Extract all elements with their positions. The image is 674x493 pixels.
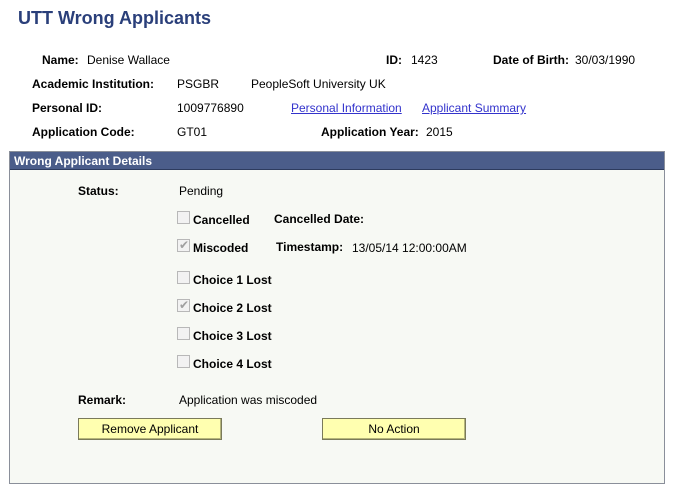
checkmark-icon: ✔ [179, 298, 190, 312]
remark-value: Application was miscoded [179, 393, 318, 407]
choice-3-lost-checkbox[interactable] [177, 327, 190, 340]
cancelled-date-label: Cancelled Date: [274, 212, 365, 226]
name-label: Name: [42, 53, 79, 67]
status-value: Pending [179, 184, 224, 198]
institution-name: PeopleSoft University UK [251, 77, 386, 91]
cancelled-label: Cancelled [193, 213, 250, 227]
choice-2-lost-label: Choice 2 Lost [193, 301, 272, 315]
page-title: UTT Wrong Applicants [18, 8, 211, 28]
remove-applicant-button[interactable]: Remove Applicant [78, 418, 222, 440]
app-year-label: Application Year: [321, 125, 419, 139]
choice-4-lost-checkbox[interactable] [177, 355, 190, 368]
name-value: Denise Wallace [87, 53, 170, 67]
dob-value: 30/03/1990 [575, 53, 636, 67]
remark-label: Remark: [78, 393, 127, 407]
no-action-button[interactable]: No Action [322, 418, 466, 440]
cancelled-checkbox[interactable] [177, 211, 190, 224]
institution-code: PSGBR [177, 77, 220, 91]
personal-id-label: Personal ID: [32, 101, 103, 115]
miscoded-checkbox[interactable]: ✔ [177, 238, 190, 252]
choice-2-lost-checkbox[interactable]: ✔ [177, 298, 190, 312]
timestamp-value: 13/05/14 12:00:00AM [352, 241, 467, 255]
dob-label: Date of Birth: [493, 53, 569, 67]
applicant-summary-link[interactable]: Applicant Summary [422, 101, 526, 115]
id-label: ID: [386, 53, 402, 67]
personal-information-link[interactable]: Personal Information [291, 101, 402, 115]
personal-id-value: 1009776890 [177, 101, 244, 115]
status-label: Status: [78, 184, 119, 198]
choice-1-lost-checkbox[interactable] [177, 271, 190, 284]
checkmark-icon: ✔ [179, 238, 190, 252]
institution-label: Academic Institution: [32, 77, 155, 91]
choice-4-lost-label: Choice 4 Lost [193, 357, 272, 371]
miscoded-label: Miscoded [193, 241, 249, 255]
choice-1-lost-label: Choice 1 Lost [193, 273, 272, 287]
app-code-label: Application Code: [32, 125, 135, 139]
timestamp-label: Timestamp: [276, 240, 344, 254]
section-header: Wrong Applicant Details [10, 152, 664, 170]
app-code-value: GT01 [177, 125, 208, 139]
id-value: 1423 [411, 53, 438, 67]
app-year-value: 2015 [426, 125, 453, 139]
choice-3-lost-label: Choice 3 Lost [193, 329, 272, 343]
